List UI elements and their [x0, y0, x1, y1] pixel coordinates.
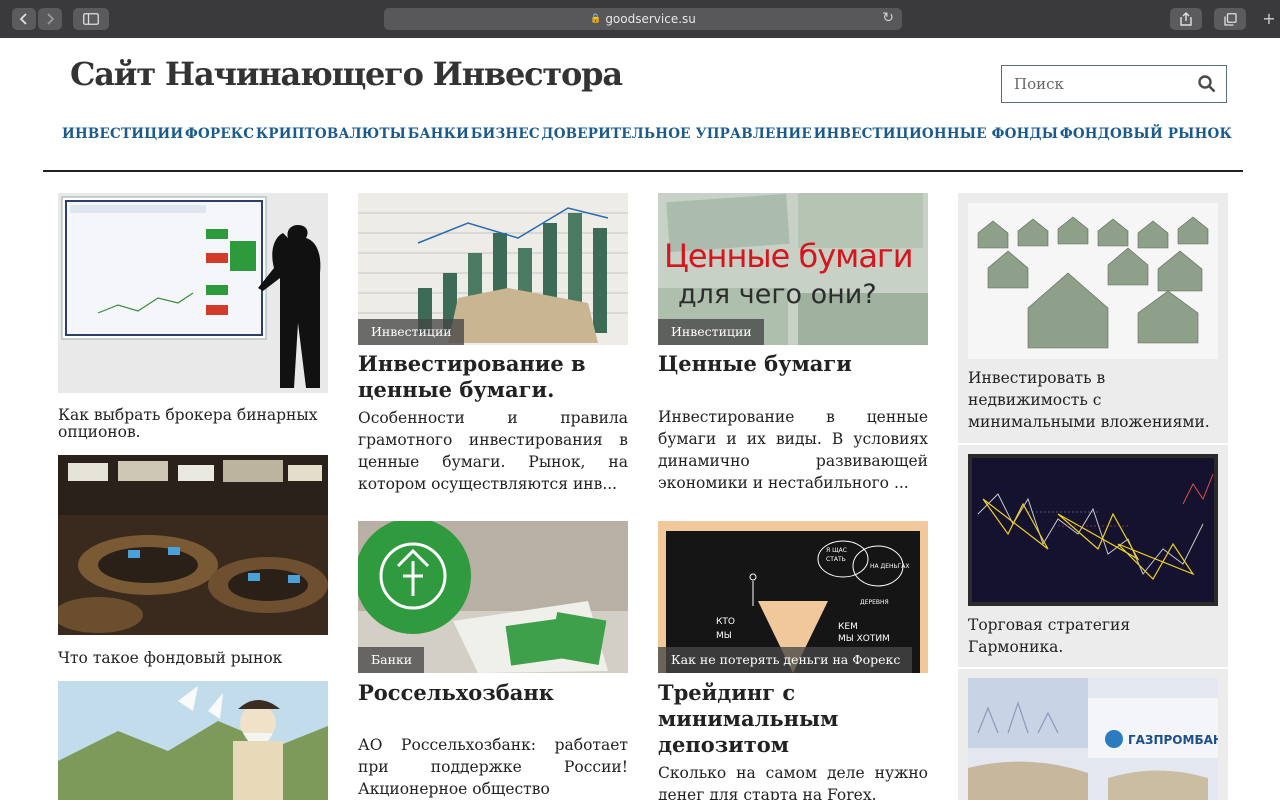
cartoon-text-stat: СТАТЬ: [826, 556, 846, 563]
sidebar-image-3[interactable]: ГАЗПРОМБАНК: [968, 678, 1218, 800]
lock-icon: 🔒: [590, 14, 602, 24]
share-icon: [1180, 12, 1192, 26]
presentation-illustration: [61, 196, 321, 388]
search-icon[interactable]: [1198, 75, 1216, 93]
article-1-image[interactable]: Инвестиции: [358, 193, 628, 345]
tabs-icon: [1223, 12, 1237, 26]
sidebar-image-1[interactable]: [968, 203, 1218, 359]
article-3-excerpt: АО Россельхозбанк: работает при поддержк…: [358, 736, 628, 798]
article-4-excerpt: Сколько на самом деле нужно денег для ст…: [658, 764, 928, 800]
binary-options-broker-image[interactable]: [58, 193, 328, 393]
search-input[interactable]: [1002, 66, 1182, 102]
category-tag[interactable]: Инвестиции: [658, 319, 764, 345]
share-button[interactable]: [1170, 8, 1202, 30]
header-divider: [43, 170, 1243, 172]
cartoon-text-kem: КЕМ: [838, 622, 858, 632]
image-overlay-subtitle: для чего они?: [678, 279, 877, 310]
old-man-painting-image[interactable]: [58, 681, 328, 800]
article-2-image[interactable]: Ценные бумаги для чего они? Инвестиции: [658, 193, 928, 345]
sidebar-image-2[interactable]: [968, 454, 1218, 606]
sidebar-toggle-button[interactable]: [73, 8, 109, 30]
article-4-title[interactable]: Трейдинг с минимальным депозитом: [658, 680, 928, 758]
image-overlay-title: Ценные бумаги: [664, 237, 914, 275]
category-tag[interactable]: Банки: [358, 647, 425, 673]
cartoon-text-my: МЫ: [716, 631, 732, 641]
article-2-title[interactable]: Ценные бумаги: [658, 351, 928, 377]
sidebar-divider: [958, 443, 1228, 445]
url-text: goodservice.su: [605, 12, 696, 26]
article-3-title[interactable]: Россельхозбанк: [358, 680, 628, 706]
nav-item-trust-management[interactable]: ДОВЕРИТЕЛЬНОЕ УПРАВЛЕНИЕ: [541, 126, 811, 142]
sidebar-caption-2[interactable]: Торговая стратегия Гармоника.: [968, 614, 1224, 658]
painting-illustration: [58, 681, 328, 800]
trading-floor-illustration: [58, 455, 328, 633]
nav-item-crypto[interactable]: КРИПТОВАЛЮТЫ: [256, 126, 406, 142]
nav-item-investments[interactable]: ИНВЕСТИЦИИ: [62, 126, 183, 142]
cartoon-text-my-hotim: МЫ ХОТИМ: [838, 634, 890, 644]
left-caption-2[interactable]: Что такое фондовый рынок: [58, 650, 328, 667]
sidebar-caption-1[interactable]: Инвестировать в недвижимость с минимальн…: [968, 367, 1224, 433]
category-tag[interactable]: Как не потерять деньги на Форекс: [658, 647, 913, 673]
left-caption-1[interactable]: Как выбрать брокера бинарных опционов.: [58, 407, 328, 441]
nav-item-business[interactable]: БИЗНЕС: [471, 126, 540, 142]
sidebar-divider: [958, 667, 1228, 669]
chevron-right-icon: [47, 13, 55, 25]
article-4-image[interactable]: КТО МЫ КЕМ МЫ ХОТИМ Я ЩАС СТАТЬ НА ДЕНЬГ…: [658, 521, 928, 673]
category-tag[interactable]: Инвестиции: [358, 319, 464, 345]
nav-item-investment-funds[interactable]: ИНВЕСТИЦИОННЫЕ ФОНДЫ: [814, 126, 1059, 142]
stock-exchange-image[interactable]: [58, 455, 328, 635]
cartoon-text-ya-shas: Я ЩАС: [826, 547, 847, 554]
search-box: [1001, 65, 1227, 103]
new-tab-button[interactable]: +: [1258, 8, 1280, 30]
cartoon-text-na-dengah: НА ДЕНЬГАХ: [870, 563, 910, 570]
chevron-left-icon: [19, 13, 27, 25]
back-button[interactable]: [12, 8, 36, 30]
cartoon-text-kto: КТО: [716, 617, 735, 627]
nav-item-stock-market[interactable]: ФОНДОВЫЙ РЫНОК: [1060, 126, 1232, 142]
sidebar-icon: [83, 13, 99, 25]
harmonic-chart-illustration: [968, 454, 1218, 606]
nav-item-forex[interactable]: ФОРЕКС: [185, 126, 254, 142]
cartoon-text-derevnya: ДЕРЕВНЯ: [860, 599, 889, 606]
reload-icon[interactable]: ↻: [882, 10, 894, 26]
article-1-excerpt: Особенности и правила грамотного инвести…: [358, 409, 628, 493]
site-title[interactable]: Сайт Начинающего Инвестора: [70, 55, 623, 93]
nav-item-banks[interactable]: БАНКИ: [408, 126, 469, 142]
article-3-image[interactable]: Банки: [358, 521, 628, 673]
address-bar[interactable]: 🔒 goodservice.su ↻: [384, 8, 902, 30]
money-houses-illustration: [968, 203, 1218, 359]
article-2-excerpt: Инвестирование в ценные бумаги и их виды…: [658, 408, 928, 492]
forward-button[interactable]: [38, 8, 62, 30]
gazprombank-logo-text: ГАЗПРОМБАНК: [1128, 733, 1218, 747]
main-navigation: ИНВЕСТИЦИИ ФОРЕКС КРИПТОВАЛЮТЫ БАНКИ БИЗ…: [62, 126, 1232, 142]
browser-toolbar: 🔒 goodservice.su ↻ +: [0, 0, 1280, 38]
article-1-title[interactable]: Инвестирование в ценные бумаги.: [358, 351, 628, 403]
tabs-overview-button[interactable]: [1214, 8, 1246, 30]
